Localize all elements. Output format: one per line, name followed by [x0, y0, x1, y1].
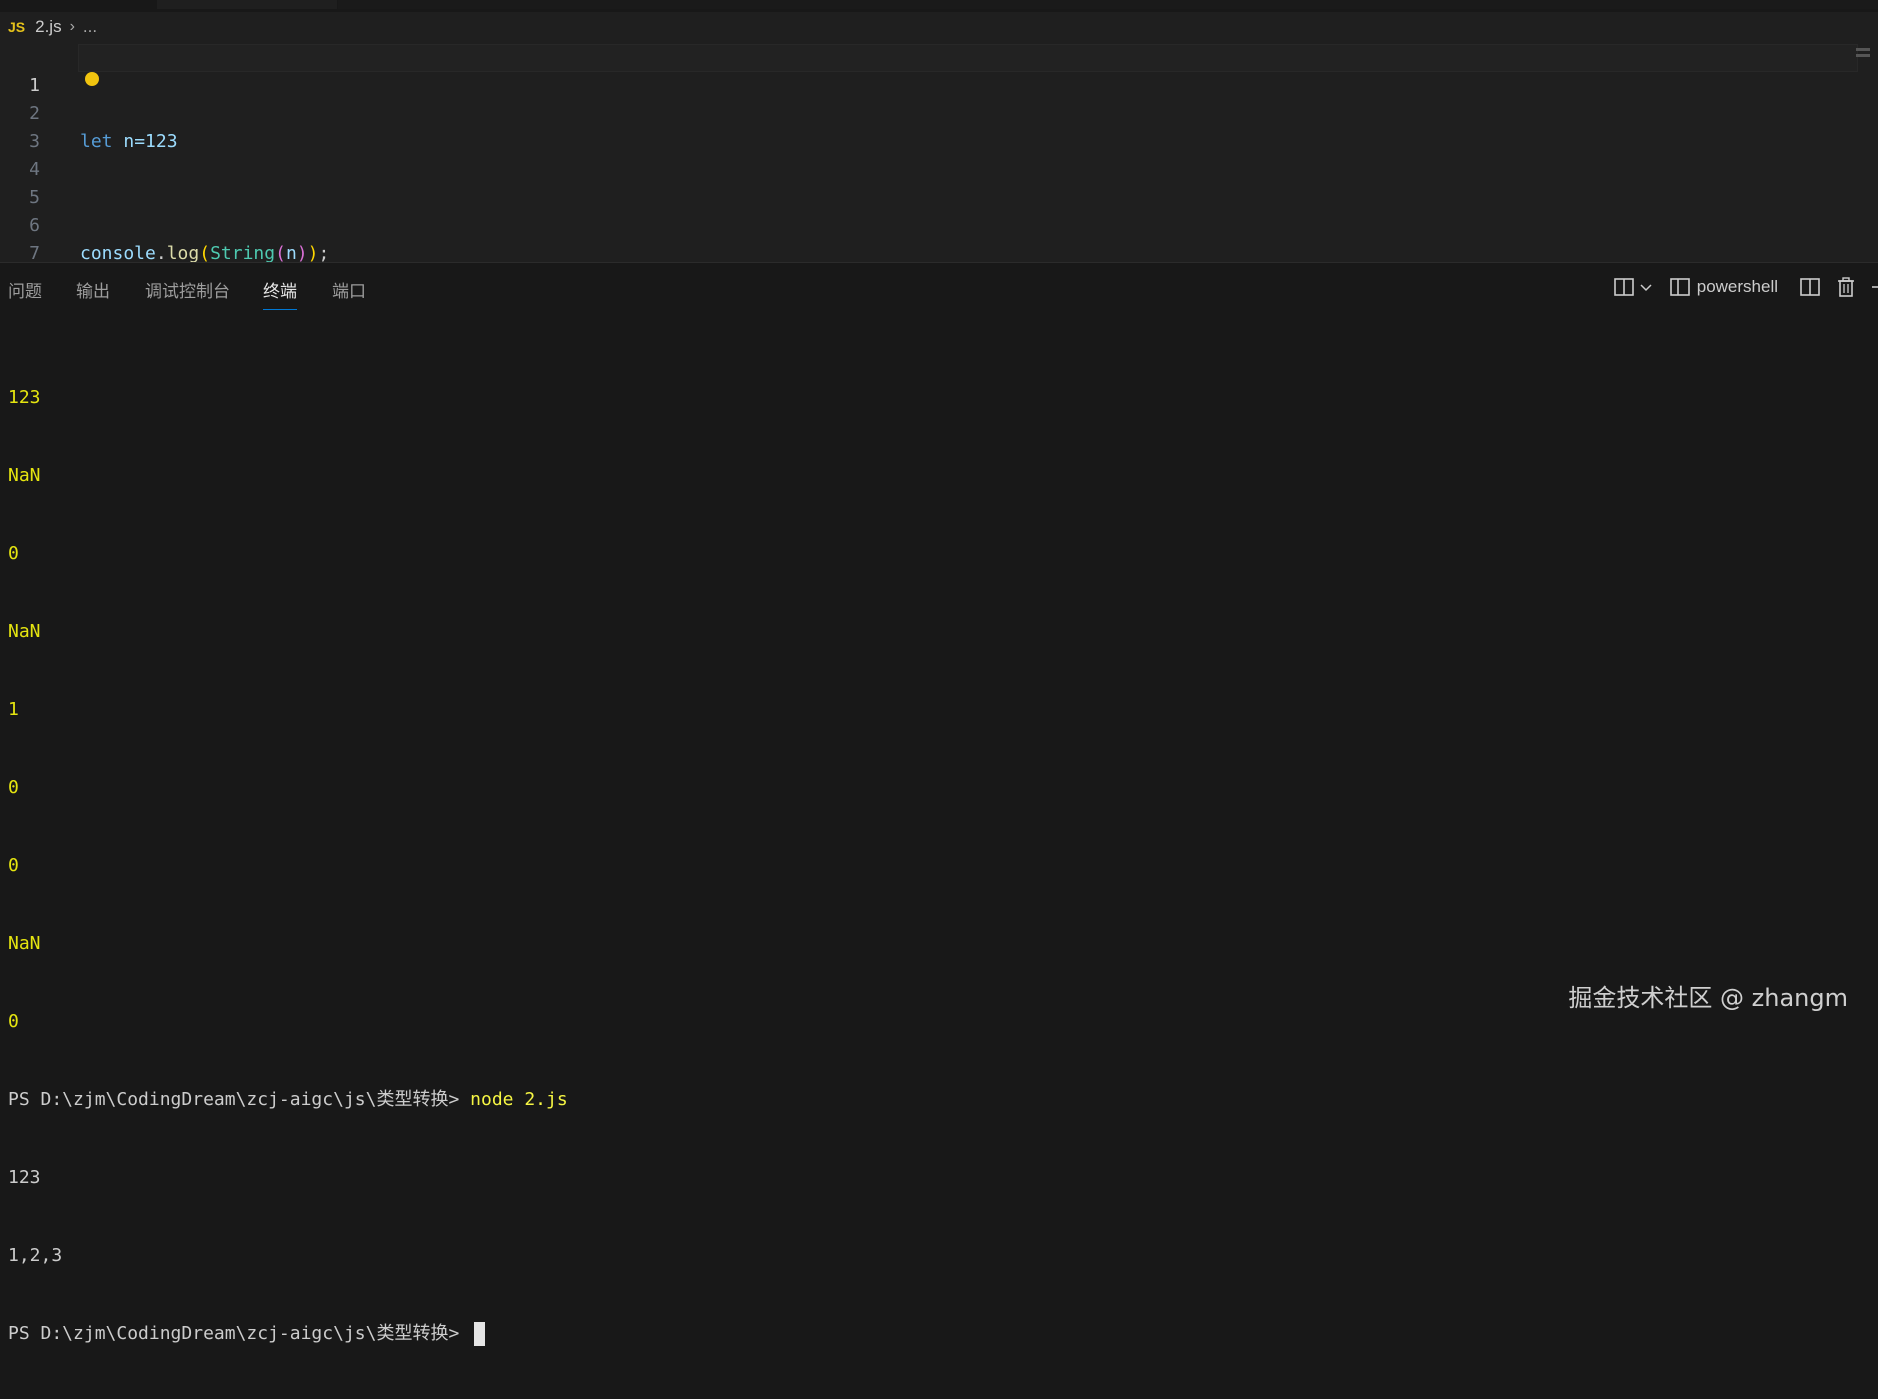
tab-terminal[interactable]: 终端 — [263, 277, 297, 310]
terminal-line: 1 — [8, 699, 19, 720]
kill-terminal-button[interactable] — [1836, 275, 1856, 299]
terminal-layout-icon — [1669, 278, 1690, 296]
code-line: 4 — [0, 128, 1878, 180]
terminal-instance[interactable]: powershell — [1669, 275, 1778, 299]
watermark: 掘金技术社区 @ zhangm — [1568, 984, 1848, 1012]
bracket: ) — [307, 243, 319, 264]
more-actions-button[interactable] — [1870, 275, 1878, 299]
code-line: 7 console.log(String([1,2,3])); — [0, 212, 1878, 292]
terminal-line: 0 — [8, 855, 19, 876]
function-name: log — [166, 243, 200, 264]
bracket: ( — [275, 243, 286, 264]
tab-output[interactable]: 输出 — [76, 277, 110, 302]
shell-label: powershell — [1696, 277, 1778, 296]
terminal-line: 123 — [8, 387, 41, 408]
terminal-prompt-line: PS D:\zjm\CodingDream\zcj-aigc\js\类型转换> — [8, 1321, 1868, 1347]
breadcrumb-ellipsis[interactable]: ... — [83, 17, 97, 37]
terminal-line: 1,2,3 — [8, 1245, 63, 1266]
editor-tab[interactable] — [157, 0, 337, 9]
editor-tab-strip — [0, 0, 1878, 9]
editor-tab-area — [338, 0, 1878, 9]
code-line: 6 console.log(String(n)); — [0, 184, 1878, 264]
terminal-prompt: PS D:\zjm\CodingDream\zcj-aigc\js\类型转换> — [8, 1089, 471, 1110]
terminal-line: 123 — [8, 1167, 41, 1188]
tab-problems[interactable]: 问题 — [8, 277, 42, 302]
terminal-line: NaN — [8, 933, 41, 954]
js-file-icon: JS — [8, 19, 26, 35]
chevron-right-icon: › — [69, 18, 75, 35]
code-line: 2 let n=123 — [0, 72, 1878, 152]
split-editor-icon — [1614, 278, 1634, 296]
terminal-line: NaN — [8, 465, 41, 486]
chevron-down-icon — [1640, 284, 1652, 292]
punct: ; — [318, 243, 330, 264]
terminal-line: 0 — [8, 777, 19, 798]
identifier: console — [80, 243, 156, 264]
terminal-prompt: PS D:\zjm\CodingDream\zcj-aigc\js\类型转换> — [8, 1323, 471, 1344]
terminal-cursor — [474, 1322, 486, 1346]
tab-debug-console[interactable]: 调试控制台 — [145, 277, 230, 302]
code-editor[interactable]: 1 2 let n=123 3 4 5 6 console.log(String… — [0, 42, 1878, 292]
bracket: ) — [296, 243, 308, 264]
terminal-output[interactable]: 123 NaN 0 NaN 1 0 0 NaN 0 PS D:\zjm\Codi… — [8, 333, 1868, 1399]
bottom-panel: 问题 输出 调试控制台 终端 端口 powershell 123 NaN 0 N… — [0, 262, 1878, 1346]
lightbulb-icon[interactable] — [85, 72, 99, 86]
breadcrumb: JS 2.js › ... — [0, 12, 1878, 42]
code-line: 1 — [0, 44, 1878, 96]
terminal-line: NaN — [8, 621, 41, 642]
terminal-line: 0 — [8, 543, 19, 564]
bracket: ( — [199, 243, 211, 264]
panel-tabs: 问题 输出 调试控制台 终端 端口 — [0, 263, 1878, 311]
breadcrumb-file[interactable]: 2.js — [35, 17, 61, 37]
terminal-prompt-line: PS D:\zjm\CodingDream\zcj-aigc\js\类型转换> … — [8, 1087, 1868, 1113]
punct: . — [155, 243, 167, 264]
more-icon — [1872, 286, 1878, 288]
split-terminal-icon — [1800, 278, 1820, 296]
split-terminal-button[interactable] — [1799, 275, 1821, 299]
class-name: String — [210, 243, 276, 264]
identifier: n — [285, 243, 297, 264]
code-line: 5 — [0, 156, 1878, 208]
split-layout-dropdown[interactable] — [1613, 275, 1653, 299]
trash-icon — [1838, 277, 1854, 297]
code-line: 3 — [0, 100, 1878, 152]
tab-ports[interactable]: 端口 — [332, 277, 366, 302]
terminal-command: node 2.js — [470, 1089, 568, 1110]
